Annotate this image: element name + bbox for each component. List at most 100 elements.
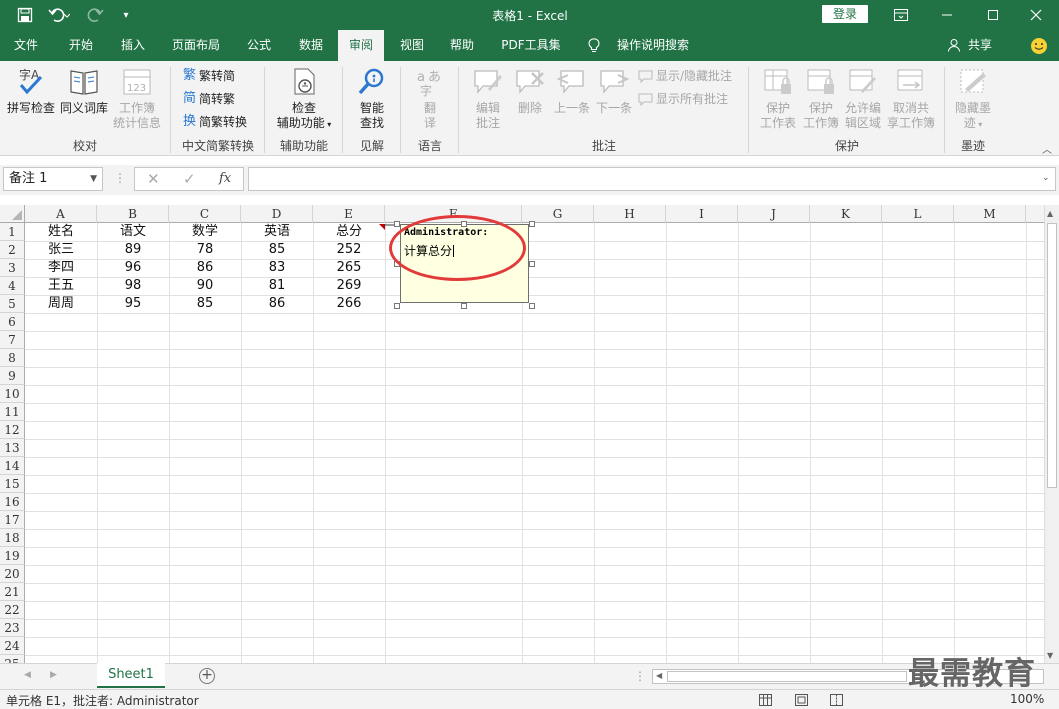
scroll-left-icon[interactable]: ◀ [656, 671, 662, 680]
row-header[interactable]: 10 [0, 385, 25, 403]
cell-a2[interactable]: 张三 [25, 241, 97, 259]
simp-to-trad-button[interactable]: 简简转繁 [183, 91, 235, 107]
share-button[interactable]: 共享 [964, 30, 996, 61]
previous-comment-button[interactable]: 上一条 [552, 67, 592, 116]
cell-c4[interactable]: 90 [169, 277, 241, 295]
column-header-c[interactable]: C [169, 205, 241, 223]
redo-icon[interactable] [82, 5, 112, 25]
column-header-k[interactable]: K [810, 205, 882, 223]
maximize-icon[interactable] [970, 0, 1016, 30]
chinese-conversion-button[interactable]: 换简繁转换 [183, 114, 247, 130]
trad-to-simp-button[interactable]: 繁繁转简 [183, 68, 235, 84]
tab-page-layout[interactable]: 页面布局 [164, 30, 228, 61]
cell-a1[interactable]: 姓名 [25, 223, 97, 241]
row-header[interactable]: 15 [0, 475, 25, 493]
column-header-a[interactable]: A [25, 205, 97, 223]
column-header-j[interactable]: J [738, 205, 810, 223]
select-all-corner[interactable] [0, 205, 25, 223]
resize-handle[interactable] [394, 221, 400, 227]
cell-d2[interactable]: 85 [241, 241, 313, 259]
cell-e1[interactable]: 总分 [313, 223, 385, 241]
page-break-view-icon[interactable] [830, 694, 843, 706]
column-header-m[interactable]: M [954, 205, 1026, 223]
scroll-down-icon[interactable]: ▼ [1047, 651, 1053, 660]
cell-c5[interactable]: 85 [169, 295, 241, 313]
row-header[interactable]: 3 [0, 259, 25, 277]
column-header-b[interactable]: B [97, 205, 169, 223]
hide-ink-button[interactable]: 隐藏墨 迹 ▾ [950, 67, 996, 132]
undo-icon[interactable] [44, 5, 74, 25]
row-header[interactable]: 9 [0, 367, 25, 385]
scroll-thumb[interactable] [1047, 223, 1057, 488]
tab-data[interactable]: 数据 [288, 30, 334, 61]
cell-e5[interactable]: 266 [313, 295, 385, 313]
thesaurus-button[interactable]: 同义词库 [58, 67, 110, 116]
sheet-tab-sheet1[interactable]: Sheet1 [97, 663, 165, 688]
cell-b3[interactable]: 96 [97, 259, 169, 277]
smart-lookup-button[interactable]: 智能 查找 [348, 67, 396, 131]
smiley-icon[interactable] [1030, 37, 1048, 58]
workbook-statistics-button[interactable]: 123 工作簿 统计信息 [110, 67, 164, 131]
tab-pdf-tools[interactable]: PDF工具集 [494, 30, 568, 61]
cell-a3[interactable]: 李四 [25, 259, 97, 277]
row-header[interactable]: 25 [0, 655, 25, 663]
resize-handle[interactable] [529, 303, 535, 309]
vertical-scrollbar[interactable]: ▲ ▼ [1044, 205, 1059, 663]
tell-me-search[interactable]: 操作说明搜索 [610, 30, 696, 61]
row-header[interactable]: 2 [0, 241, 25, 259]
row-header[interactable]: 20 [0, 565, 25, 583]
enter-icon[interactable]: ✓ [183, 170, 196, 188]
name-box-dropdown-icon[interactable]: ▼ [90, 168, 97, 190]
login-button[interactable]: 登录 [822, 5, 868, 23]
prev-sheet-icon[interactable]: ◀ [24, 670, 31, 680]
row-header[interactable]: 21 [0, 583, 25, 601]
ribbon-display-options-icon[interactable] [878, 0, 924, 30]
edit-comment-button[interactable]: 编辑 批注 [466, 67, 510, 131]
allow-edit-ranges-button[interactable]: 允许编 辑区域 [842, 67, 884, 131]
cell-b4[interactable]: 98 [97, 277, 169, 295]
row-header[interactable]: 8 [0, 349, 25, 367]
worksheet-grid[interactable]: A B C D E F G H I J K L M 1 2 3 4 5 6 7 … [0, 205, 1044, 663]
zoom-level[interactable]: 100% [1010, 692, 1044, 706]
page-layout-view-icon[interactable] [795, 694, 808, 706]
resize-handle[interactable] [529, 221, 535, 227]
row-header[interactable]: 12 [0, 421, 25, 439]
resize-handle[interactable] [461, 303, 467, 309]
cell-a5[interactable]: 周周 [25, 295, 97, 313]
cell-c1[interactable]: 数学 [169, 223, 241, 241]
row-header[interactable]: 23 [0, 619, 25, 637]
cell-b1[interactable]: 语文 [97, 223, 169, 241]
row-header[interactable]: 24 [0, 637, 25, 655]
row-header[interactable]: 7 [0, 331, 25, 349]
delete-comment-button[interactable]: 删除 [510, 67, 550, 116]
spell-check-button[interactable]: 字A 拼写检查 [6, 67, 56, 116]
cell-e4[interactable]: 269 [313, 277, 385, 295]
cell-c3[interactable]: 86 [169, 259, 241, 277]
normal-view-icon[interactable] [759, 694, 772, 706]
tab-review[interactable]: 审阅 [338, 30, 384, 61]
show-all-comments-button[interactable]: 显示所有批注 [638, 91, 728, 107]
cell-b5[interactable]: 95 [97, 295, 169, 313]
formula-input[interactable] [248, 167, 1056, 191]
close-icon[interactable] [1013, 0, 1059, 30]
column-header-d[interactable]: D [241, 205, 313, 223]
cell-e3[interactable]: 265 [313, 259, 385, 277]
unshare-workbook-button[interactable]: 取消共 享工作簿 [886, 67, 936, 131]
cell-e2[interactable]: 252 [313, 241, 385, 259]
tab-insert[interactable]: 插入 [110, 30, 156, 61]
cell-d4[interactable]: 81 [241, 277, 313, 295]
cancel-icon[interactable]: ✕ [147, 170, 160, 188]
row-header[interactable]: 17 [0, 511, 25, 529]
tab-view[interactable]: 视图 [390, 30, 434, 61]
tab-home[interactable]: 开始 [58, 30, 104, 61]
row-header[interactable]: 5 [0, 295, 25, 313]
row-header[interactable]: 1 [0, 223, 25, 241]
column-header-e[interactable]: E [313, 205, 385, 223]
row-header[interactable]: 19 [0, 547, 25, 565]
expand-formula-bar-icon[interactable]: ⌄ [1042, 173, 1050, 183]
row-header[interactable]: 4 [0, 277, 25, 295]
tab-formulas[interactable]: 公式 [236, 30, 282, 61]
cell-a4[interactable]: 王五 [25, 277, 97, 295]
collapse-ribbon-icon[interactable]: ︿ [1042, 141, 1052, 156]
cell-b2[interactable]: 89 [97, 241, 169, 259]
